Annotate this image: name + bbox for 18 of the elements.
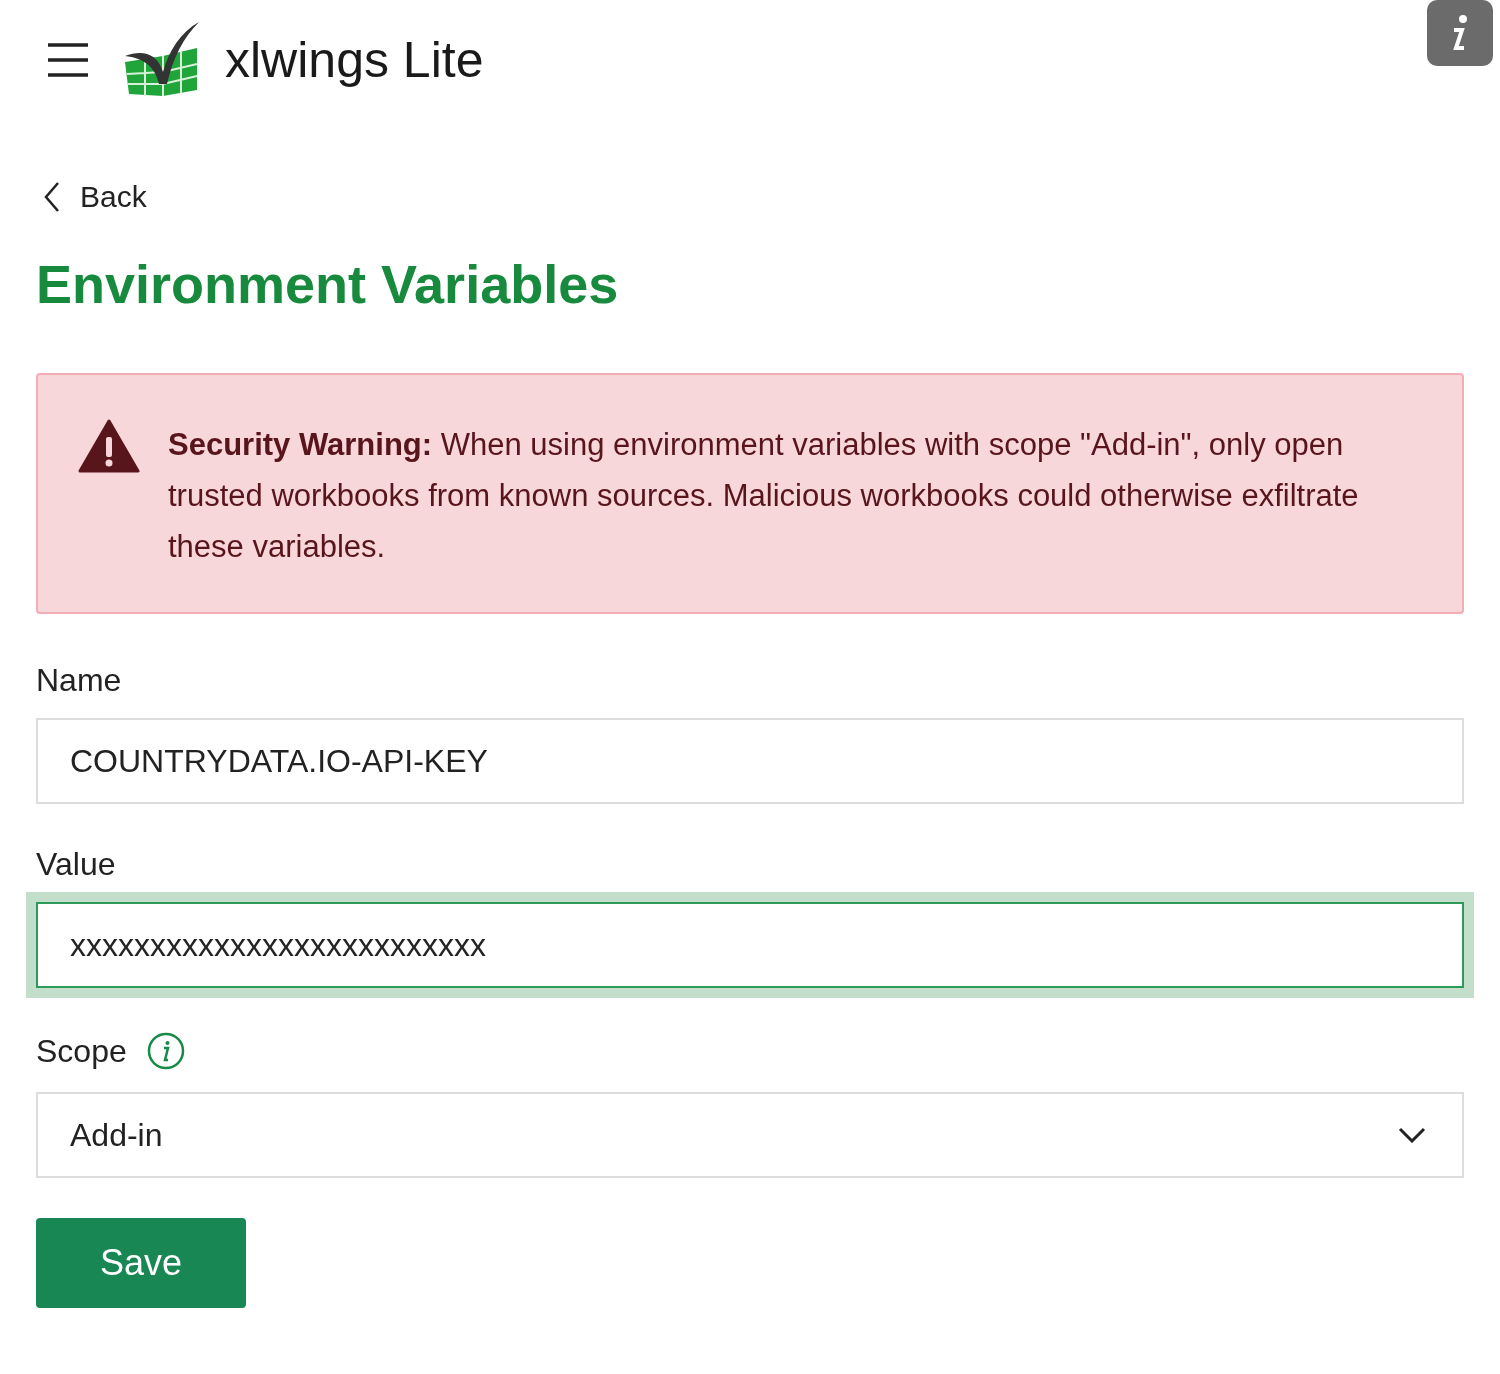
- input-field[interactable]: xxxxxxxxxxxxxxxxxxxxxxxxxx: [36, 902, 1464, 988]
- help-button[interactable]: [1427, 0, 1493, 66]
- page-title: Environment Variables: [36, 257, 619, 311]
- menu-icon[interactable]: [47, 42, 89, 78]
- chevron-down-icon: [1398, 1127, 1426, 1143]
- field-label: Value: [36, 848, 116, 880]
- field-label: Scope: [36, 1035, 127, 1067]
- back-link[interactable]: Back: [36, 174, 147, 219]
- field-label: Name: [36, 664, 122, 696]
- save-button[interactable]: Save: [36, 1218, 246, 1308]
- input-field[interactable]: COUNTRYDATA.IO-API-KEY: [36, 718, 1464, 804]
- info-icon: [1450, 14, 1470, 52]
- warning-text: Security Warning: When using environment variables with scope "Add-in", only open trusted workbooks from known sources. Malicious workbooks could otherwise exfiltrate these variables.: [168, 426, 1360, 566]
- warning-icon: [78, 419, 140, 473]
- scope-select[interactable]: Add-in: [36, 1092, 1464, 1178]
- app-title: xlwings Lite: [225, 30, 484, 90]
- info-icon[interactable]: [146, 1032, 185, 1070]
- chevron-left-icon: [44, 180, 60, 213]
